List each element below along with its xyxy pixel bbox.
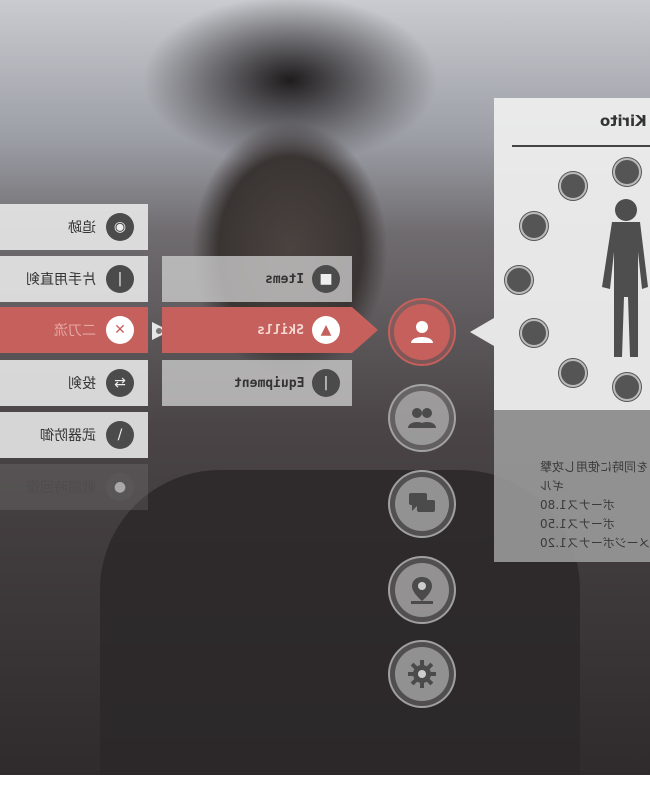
menu-item-label: 追跡 <box>68 220 96 236</box>
equipment-slot[interactable] <box>559 359 587 387</box>
submenu-pointer <box>352 307 378 353</box>
menu-item-one-handed-sword[interactable]: 片手用直剣 | <box>0 256 148 302</box>
menu-item-tracking[interactable]: 追跡 ◉ <box>0 204 148 250</box>
submenu-items[interactable]: Items ■ <box>162 256 352 302</box>
ar-menu-screen: 追跡 ◉ 片手用直剣 | 二刀流 ✕ 投剣 ⇄ 武器防御 / 戦闘時回復 ● I… <box>0 0 650 787</box>
equipment-slot[interactable] <box>559 172 587 200</box>
player-name: Kirito <box>600 112 647 130</box>
flame-icon: ▲ <box>312 316 340 344</box>
submenu-equipment[interactable]: Equipment | <box>162 360 352 406</box>
equipment-slot[interactable] <box>613 158 641 186</box>
sword-icon: | <box>312 369 340 397</box>
menu-item-label: 片手用直剣 <box>26 272 96 288</box>
menu-item-weapon-defense[interactable]: 武器防御 / <box>0 412 148 458</box>
throw-icon: ⇄ <box>106 369 134 397</box>
footprints-icon: ◉ <box>106 213 134 241</box>
sword-icon: | <box>106 265 134 293</box>
skill-description-line: ボーナス1.80 <box>540 498 615 512</box>
menu-item-throwing-knife[interactable]: 投剣 ⇄ <box>0 360 148 406</box>
skill-description-line: を同時に使用し攻撃 <box>540 460 649 474</box>
submenu-skills[interactable]: Skills ▲ <box>162 307 352 353</box>
panel-pointer <box>470 318 494 346</box>
bottom-strip <box>0 775 650 787</box>
gear-icon <box>408 660 436 688</box>
menu-item-label: 戦闘時回復 <box>26 480 96 496</box>
avatar-silhouette-icon <box>602 199 648 357</box>
skill-description-line: ダメージボーナス1.20 <box>540 536 650 550</box>
skill-description-line: ギル <box>540 479 565 493</box>
sword-icon: / <box>106 421 134 449</box>
party-button[interactable] <box>388 384 456 452</box>
users-icon <box>408 408 436 428</box>
equipment-slot[interactable] <box>520 319 548 347</box>
map-button[interactable] <box>388 556 456 624</box>
menu-item-battle-healing[interactable]: 戦闘時回復 ● <box>0 464 148 510</box>
menu-item-label: 投剣 <box>68 376 96 392</box>
submenu-label: Equipment <box>233 375 304 391</box>
menu-item-dual-wield[interactable]: 二刀流 ✕ <box>0 307 148 353</box>
chat-icon <box>409 493 435 512</box>
equipment-slot[interactable] <box>520 212 548 240</box>
submenu-label: Skills <box>257 322 304 338</box>
bag-icon: ■ <box>312 265 340 293</box>
submenu-label: Items <box>264 271 304 287</box>
menu-item-label: 武器防御 <box>40 428 96 444</box>
user-icon <box>411 321 433 343</box>
skill-description-line: ボーナス1.50 <box>540 517 615 531</box>
settings-button[interactable] <box>388 640 456 708</box>
profile-button[interactable] <box>388 298 456 366</box>
panel-divider <box>512 145 650 147</box>
messages-button[interactable] <box>388 470 456 538</box>
equipment-slot[interactable] <box>505 266 533 294</box>
menu-item-label: 二刀流 <box>54 323 96 339</box>
equipment-slot[interactable] <box>613 373 641 401</box>
x-close-icon: ✕ <box>106 316 134 344</box>
location-pin-icon <box>411 577 433 604</box>
recover-icon: ● <box>106 473 134 501</box>
